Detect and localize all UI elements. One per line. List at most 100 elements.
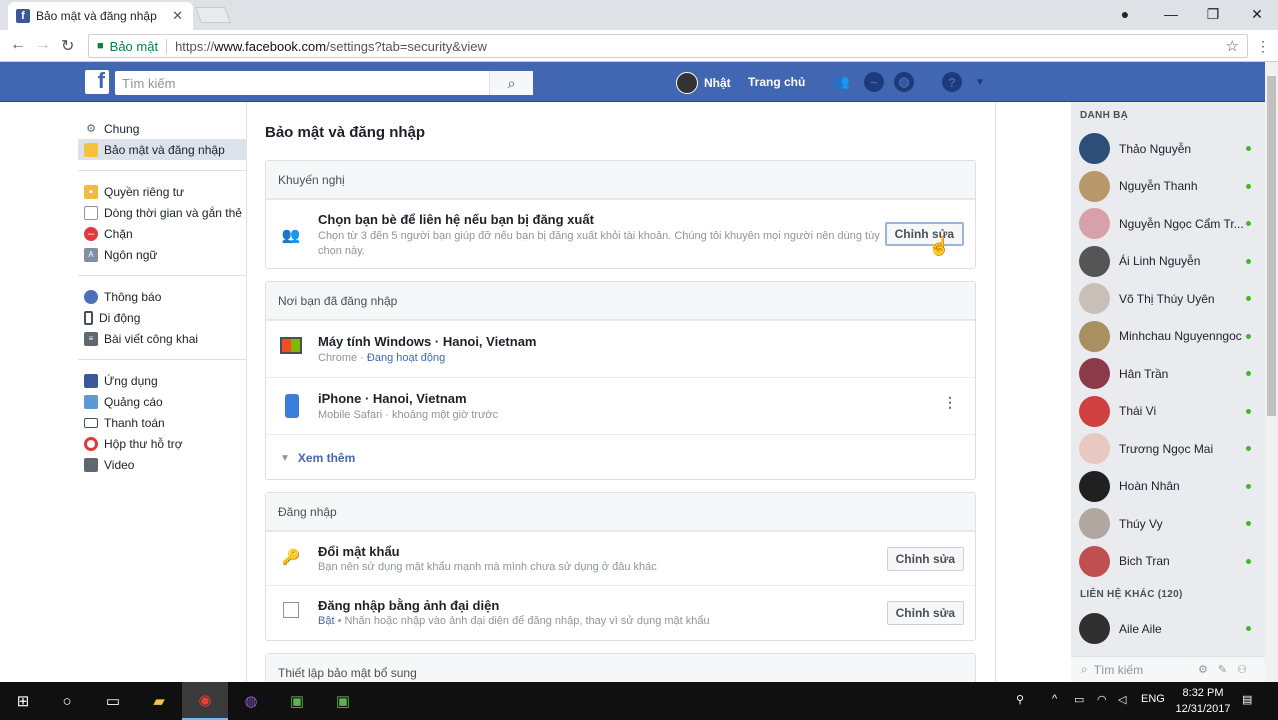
bookmark-star-icon[interactable]: ☆ — [1226, 37, 1239, 55]
close-window-button[interactable]: ✕ — [1234, 0, 1278, 28]
edit-password-button[interactable]: Chỉnh sửa — [886, 547, 964, 571]
contact-name: Nguyễn Thanh — [1119, 179, 1198, 193]
people-icon[interactable]: ⚲ — [1016, 693, 1024, 706]
tray-chevron-icon[interactable]: ^ — [1052, 693, 1057, 705]
search-placeholder: Tìm kiếm — [122, 75, 176, 91]
caret-down-icon[interactable]: ▼ — [970, 72, 990, 92]
chat-contact[interactable]: Hân Trần — [1071, 355, 1265, 392]
film-icon — [84, 457, 98, 472]
contact-name: Hoàn Nhân — [1119, 479, 1180, 493]
friends-icon[interactable]: 👥 — [832, 72, 852, 92]
row-subtitle: Bạn nên sử dụng mật khẩu mạnh mà mình ch… — [318, 561, 657, 573]
chat-contact[interactable]: Thảo Nguyễn — [1071, 130, 1265, 167]
browser-menu-icon[interactable]: ⋮ — [1256, 38, 1270, 55]
chat-search-input[interactable]: ⌕ Tìm kiếm ⚙✎⚇ — [1071, 656, 1265, 682]
notifications-icon[interactable]: ▤ — [1242, 693, 1252, 706]
clock[interactable]: 8:32 PM 12/31/2017 — [1168, 685, 1238, 717]
chat-contact[interactable]: Aile Aile — [1071, 610, 1265, 647]
edit-trusted-contacts-button[interactable]: Chỉnh sửa — [884, 222, 964, 246]
globe-icon[interactable]: ◍ — [894, 72, 914, 92]
contact-name: Nguyễn Ngọc Cẩm Tr... — [1119, 216, 1244, 231]
contacts-header: DANH BẠ — [1080, 110, 1129, 121]
profile-icon[interactable]: ● — [1102, 0, 1148, 28]
sidebar-item-apps[interactable]: Ứng dụng — [78, 370, 246, 391]
profile-pic-icon — [283, 602, 299, 618]
search-icon[interactable]: ⌕ — [489, 71, 533, 95]
chat-contact[interactable]: Minhchau Nguyenngoc — [1071, 318, 1265, 355]
sidebar-item-label: Di động — [99, 310, 141, 325]
sidebar-item-label: Bảo mật và đăng nhập — [104, 142, 225, 157]
scrollbar-thumb[interactable] — [1267, 76, 1276, 416]
profile-link[interactable]: Nhật — [676, 72, 731, 94]
sidebar-item-privacy[interactable]: ▪ Quyền riêng tư — [78, 181, 246, 202]
divider — [78, 170, 246, 171]
sidebar-item-ads[interactable]: Quảng cáo — [78, 391, 246, 412]
contact-name: Trương Ngọc Mai — [1119, 441, 1214, 456]
contact-name: Thúy Vy — [1119, 516, 1163, 531]
chat-tools-icon[interactable]: ⚙✎⚇ — [1198, 663, 1257, 676]
minimize-button[interactable]: — — [1148, 0, 1194, 28]
home-link[interactable]: Trang chủ — [748, 75, 805, 89]
sidebar-item-label: Ngôn ngữ — [104, 247, 158, 262]
chat-contact[interactable]: Bich Tran — [1071, 543, 1265, 580]
forward-arrow-icon[interactable]: → — [35, 36, 51, 54]
chat-contact[interactable]: Thái Vi — [1071, 393, 1265, 430]
chat-contact[interactable]: Nguyễn Thanh — [1071, 168, 1265, 205]
sidebar-item-video[interactable]: Video — [78, 454, 246, 475]
sidebar-item-security[interactable]: Bảo mật và đăng nhập — [78, 139, 246, 160]
file-explorer-icon[interactable]: ▰ — [136, 682, 182, 720]
camtasia-icon[interactable]: ▣ — [274, 682, 320, 720]
camtasia-recorder-icon[interactable]: ▣ — [320, 682, 366, 720]
online-status-icon — [1246, 333, 1251, 339]
chat-contact[interactable]: Trương Ngọc Mai — [1071, 430, 1265, 467]
battery-icon[interactable]: ▭ — [1074, 693, 1084, 706]
row-title: Đăng nhập bằng ảnh đại diện — [318, 598, 500, 613]
reload-icon[interactable]: ↻ — [61, 36, 74, 56]
restore-button[interactable]: ❐ — [1190, 0, 1236, 28]
chat-contact[interactable]: Nguyễn Ngọc Cẩm Tr... — [1071, 205, 1265, 242]
search-input[interactable]: Tìm kiếm ⌕ — [115, 71, 533, 95]
language-indicator[interactable]: ENG — [1141, 693, 1165, 705]
contact-name: Võ Thị Thúy Uyên — [1119, 291, 1215, 306]
viber-icon[interactable]: ◍ — [228, 682, 274, 720]
volume-icon[interactable]: ◁ — [1118, 693, 1126, 706]
sidebar-item-mobile[interactable]: Di động — [78, 307, 246, 328]
card-header: Đăng nhập — [266, 493, 975, 531]
contact-name: Bich Tran — [1119, 554, 1170, 568]
task-view-icon[interactable]: ▭ — [90, 682, 136, 720]
chat-contact[interactable]: Hoàn Nhân — [1071, 468, 1265, 505]
sidebar-item-support-inbox[interactable]: Hộp thư hỗ trợ — [78, 433, 246, 454]
close-tab-icon[interactable]: ✕ — [172, 8, 183, 24]
sidebar-item-timeline[interactable]: Dòng thời gian và gắn thẻ — [78, 202, 246, 223]
avatar — [1079, 208, 1110, 239]
browser-tab-active[interactable]: f Bảo mật và đăng nhập ✕ — [8, 2, 193, 30]
help-icon[interactable]: ? — [942, 72, 962, 92]
facebook-logo[interactable]: f — [85, 68, 109, 94]
wifi-icon[interactable]: ◠ — [1097, 693, 1107, 706]
sidebar-item-payments[interactable]: Thanh toán — [78, 412, 246, 433]
sidebar-item-public-posts[interactable]: ≡ Bài viết công khai — [78, 328, 246, 349]
online-status-icon — [1246, 558, 1251, 564]
online-status-icon — [1246, 408, 1251, 414]
windows-start-icon[interactable]: ⊞ — [0, 682, 46, 720]
more-options-icon[interactable]: ⋮ — [943, 394, 957, 411]
address-bar[interactable]: ■ Bảo mật https://www.facebook.com/setti… — [88, 34, 1248, 58]
messenger-icon[interactable]: ~ — [864, 72, 884, 92]
cortana-icon[interactable]: ○ — [44, 682, 90, 720]
page-scrollbar[interactable] — [1265, 62, 1278, 682]
chat-contact[interactable]: Ái Linh Nguyễn — [1071, 243, 1265, 280]
edit-profile-login-button[interactable]: Chỉnh sửa — [886, 601, 964, 625]
chat-contact[interactable]: Võ Thị Thúy Uyên — [1071, 280, 1265, 317]
online-status-icon — [1246, 258, 1251, 264]
sidebar-item-notifications[interactable]: Thông báo — [78, 286, 246, 307]
new-tab-button[interactable] — [195, 7, 231, 23]
back-arrow-icon[interactable]: ← — [10, 36, 26, 54]
chat-contact[interactable]: Thúy Vy — [1071, 505, 1265, 542]
see-more-link[interactable]: ▼ Xem thêm — [280, 451, 355, 465]
sidebar-item-general[interactable]: ⚙ Chung — [78, 118, 246, 139]
sidebar-item-language[interactable]: A Ngôn ngữ — [78, 244, 246, 265]
chrome-icon[interactable]: ◉ — [182, 682, 228, 720]
sidebar-item-block[interactable]: – Chặn — [78, 223, 246, 244]
session-title: Máy tính Windows · Hanoi, Vietnam — [318, 334, 537, 349]
avatar — [1079, 545, 1110, 577]
